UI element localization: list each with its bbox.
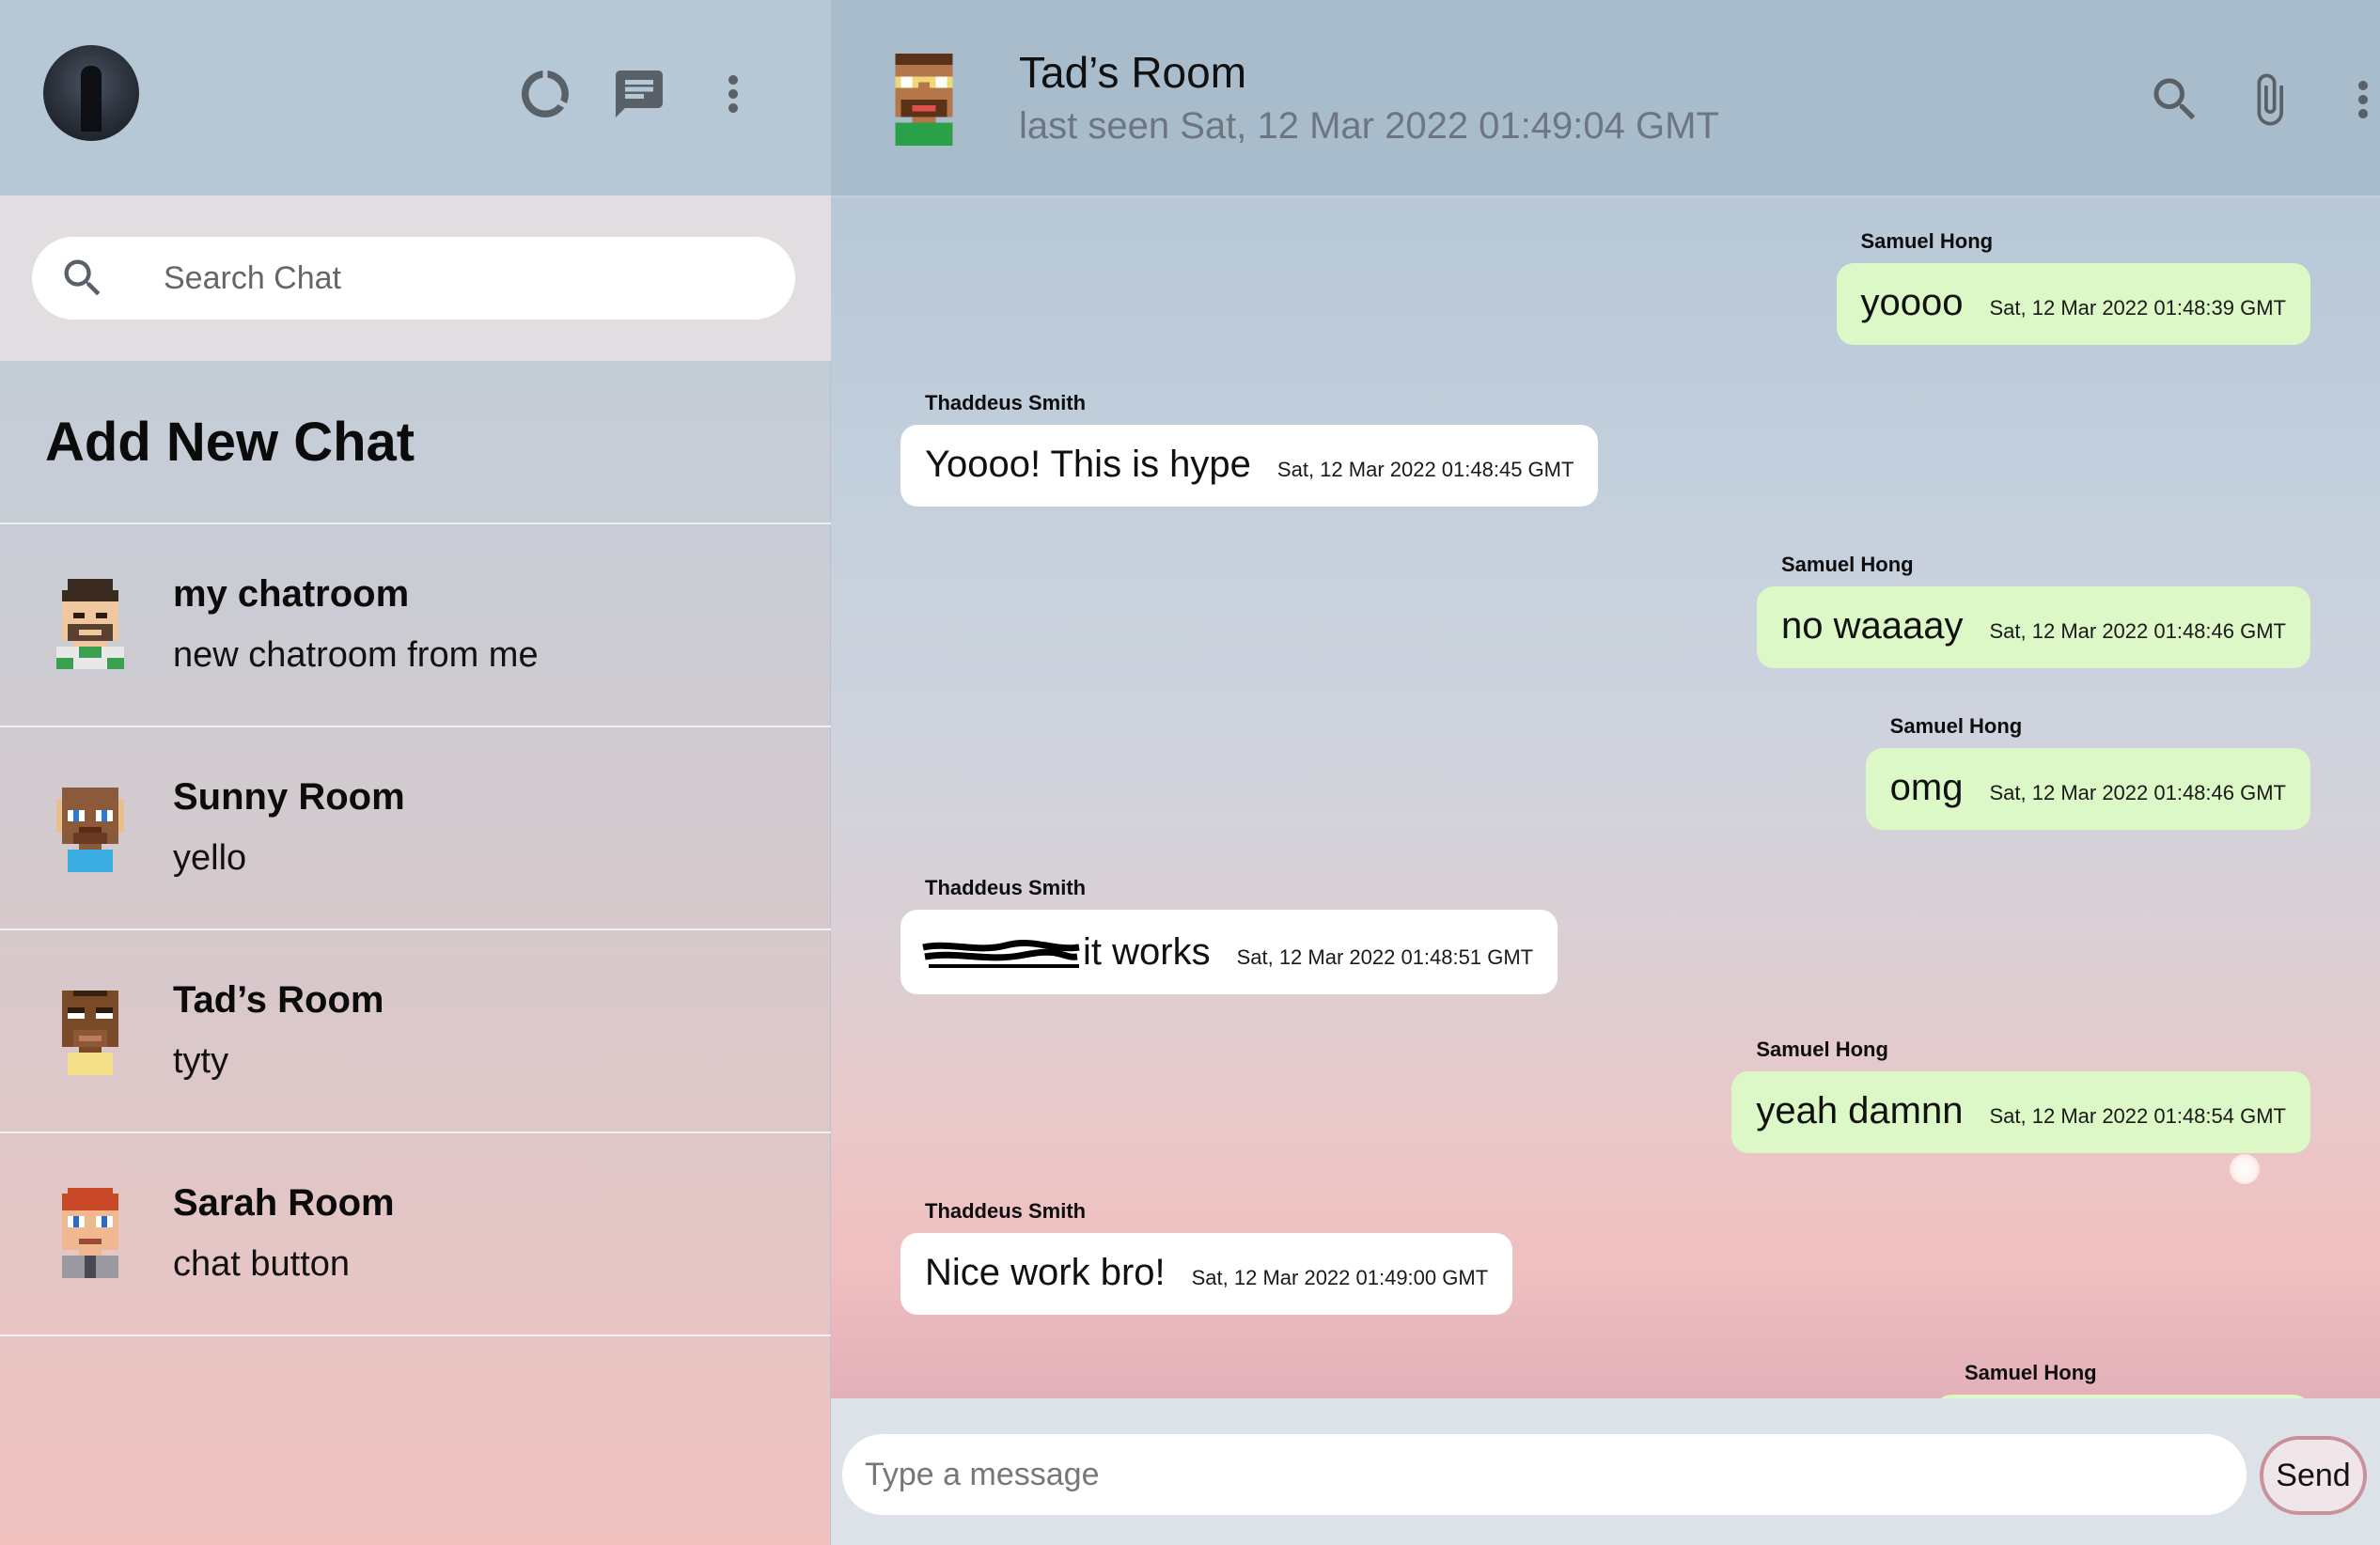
sidebar: Add New Chat my c xyxy=(0,0,831,1545)
chat-pane: Tad’s Room last seen Sat, 12 Mar 2022 01… xyxy=(831,0,2380,1545)
pixel-avatar-icon xyxy=(62,991,118,1075)
message-timestamp: Sat, 12 Mar 2022 01:48:54 GMT xyxy=(1989,1104,2286,1128)
send-button[interactable]: Send xyxy=(2260,1436,2367,1515)
message: Thaddeus Smith it works Sat, 12 Mar 2022… xyxy=(900,876,1558,994)
message: Samuel Hong no waaaay Sat, 12 Mar 2022 0… xyxy=(1757,553,2310,668)
message-sender: Samuel Hong xyxy=(1965,1361,2097,1384)
chat-search-button[interactable] xyxy=(2139,64,2211,135)
scribble-mark xyxy=(922,940,1080,968)
redacted-scribble xyxy=(922,929,1083,970)
more-vert-icon xyxy=(728,75,738,113)
search-box xyxy=(32,237,795,320)
message-timestamp: Sat, 12 Mar 2022 01:49:00 GMT xyxy=(1191,1266,1489,1289)
sidebar-menu-button[interactable] xyxy=(697,58,769,130)
message-text: Yoooo! This is hype xyxy=(925,444,1251,485)
message-input[interactable] xyxy=(842,1434,2247,1515)
message-timestamp: Sat, 12 Mar 2022 01:48:46 GMT xyxy=(1989,619,2286,643)
search-icon xyxy=(64,259,101,296)
chat-last-message: chat button xyxy=(173,1244,351,1284)
message-sender: Samuel Hong xyxy=(1860,229,1994,253)
message-bubble: yoooo Sat, 12 Mar 2022 01:48:39 GMT xyxy=(1836,263,2310,345)
new-chat-icon xyxy=(616,70,663,117)
message-bubble: Nice work bro! Sat, 12 Mar 2022 01:49:00… xyxy=(900,1233,1513,1315)
pixel-avatar-icon xyxy=(56,579,124,669)
chat-app: Add New Chat my c xyxy=(0,0,2380,1545)
chat-list-item[interactable]: Tad’s Room tyty xyxy=(0,930,831,1133)
search-icon xyxy=(2153,78,2196,120)
chat-last-message: new chatroom from me xyxy=(173,635,539,675)
message-text-visible: it works xyxy=(1083,931,1211,973)
room-avatar-icon[interactable] xyxy=(884,53,964,147)
message-bubble: it works Sat, 12 Mar 2022 01:48:51 GMT xyxy=(900,910,1558,994)
message: Thaddeus Smith Yoooo! This is hype Sat, … xyxy=(900,391,1599,507)
chat-name: Sarah Room xyxy=(173,1182,395,1224)
message-sender: Thaddeus Smith xyxy=(925,391,1087,414)
status-icon xyxy=(522,70,569,117)
new-chat-button[interactable] xyxy=(603,58,675,130)
message-sender: Thaddeus Smith xyxy=(925,1199,1087,1223)
chat-menu-button[interactable] xyxy=(2327,64,2380,135)
message-timestamp: Sat, 12 Mar 2022 01:48:39 GMT xyxy=(1989,296,2286,320)
message-timestamp: Sat, 12 Mar 2022 01:48:46 GMT xyxy=(1989,781,2286,804)
chat-list-item[interactable]: Sarah Room chat button xyxy=(0,1133,831,1336)
message-timestamp: Sat, 12 Mar 2022 01:48:45 GMT xyxy=(1276,458,1574,481)
message-bubble: no waaaay Sat, 12 Mar 2022 01:48:46 GMT xyxy=(1757,586,2310,668)
chat-title: Tad’s Room xyxy=(1019,48,1247,97)
message: Thaddeus Smith Nice work bro! Sat, 12 Ma… xyxy=(900,1199,1513,1315)
message-bubble: Yoooo! This is hype Sat, 12 Mar 2022 01:… xyxy=(900,425,1599,507)
background-moon xyxy=(2230,1154,2260,1184)
user-avatar[interactable] xyxy=(43,45,139,141)
message-composer: Send xyxy=(831,1398,2380,1545)
chat-last-message: tyty xyxy=(173,1041,229,1081)
attach-icon xyxy=(2257,73,2283,126)
chat-name: Sunny Room xyxy=(173,776,405,818)
pixel-avatar-icon xyxy=(62,1188,118,1278)
message-list: Samuel Hong yoooo Sat, 12 Mar 2022 01:48… xyxy=(831,197,2380,1398)
chat-header: Tad’s Room last seen Sat, 12 Mar 2022 01… xyxy=(831,0,2380,197)
message-sender: Samuel Hong xyxy=(1756,1038,1888,1061)
message-text: it works xyxy=(922,929,1211,974)
message-sender: Samuel Hong xyxy=(1889,714,2023,738)
chat-list: my chatroom new chatroom from me Sunny R… xyxy=(0,524,831,1336)
add-new-chat[interactable]: Add New Chat xyxy=(0,361,831,524)
chat-list-item[interactable]: my chatroom new chatroom from me xyxy=(0,524,831,727)
last-seen-status: last seen Sat, 12 Mar 2022 01:49:04 GMT xyxy=(1019,105,1719,147)
attach-button[interactable] xyxy=(2233,64,2305,135)
message-text: omg xyxy=(1889,767,1964,808)
status-button[interactable] xyxy=(509,58,581,130)
more-vert-icon xyxy=(2358,81,2368,118)
message: Samuel Hong yoooo Sat, 12 Mar 2022 01:48… xyxy=(1836,229,2310,345)
message-text: no waaaay xyxy=(1781,605,1964,647)
chat-last-message: yello xyxy=(173,838,247,878)
chat-name: Tad’s Room xyxy=(173,979,384,1021)
message-bubble: yeah damnn Sat, 12 Mar 2022 01:48:54 GMT xyxy=(1731,1071,2310,1153)
message: Samuel Hong xyxy=(1840,1361,2310,1398)
message-bubble: omg Sat, 12 Mar 2022 01:48:46 GMT xyxy=(1865,748,2310,830)
message-sender: Samuel Hong xyxy=(1781,553,1914,576)
avatar-figure xyxy=(81,66,102,132)
sidebar-header xyxy=(0,0,831,195)
message-sender: Thaddeus Smith xyxy=(925,876,1087,899)
message-text: yeah damnn xyxy=(1756,1090,1964,1131)
chat-name: my chatroom xyxy=(173,573,410,615)
message-timestamp: Sat, 12 Mar 2022 01:48:51 GMT xyxy=(1236,945,1534,969)
message: Samuel Hong yeah damnn Sat, 12 Mar 2022 … xyxy=(1731,1038,2310,1153)
search-input[interactable] xyxy=(164,250,765,306)
search-bar xyxy=(0,195,831,361)
chat-list-item[interactable]: Sunny Room yello xyxy=(0,727,831,930)
message-text: Nice work bro! xyxy=(925,1252,1166,1293)
message: Samuel Hong omg Sat, 12 Mar 2022 01:48:4… xyxy=(1865,714,2310,830)
add-new-chat-label: Add New Chat xyxy=(45,411,415,473)
pixel-avatar-icon xyxy=(56,788,124,872)
message-text: yoooo xyxy=(1860,282,1964,323)
